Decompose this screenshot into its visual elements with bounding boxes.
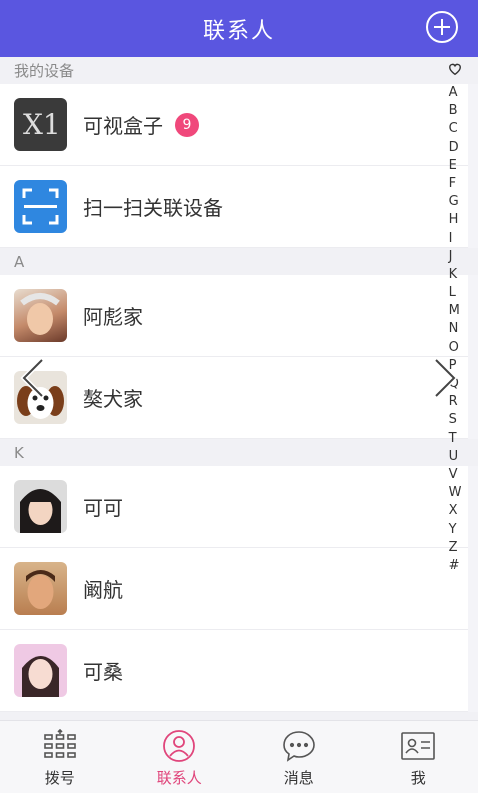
index-letter[interactable]: C [449,120,462,138]
contact-list[interactable]: 我的设备 X1 可视盒子 9 扫一扫关联设备 A 阿彪家 獒犬家 K 可可 阚航… [0,57,478,720]
index-letter[interactable]: H [449,211,462,229]
index-letter[interactable]: U [449,448,462,466]
list-item-label: 阿彪家 [83,305,143,329]
index-letter[interactable]: D [449,139,462,157]
index-letter[interactable]: I [449,230,462,248]
section-header-k: K [0,439,478,466]
dialpad-icon [43,729,76,758]
tab-label: 联系人 [156,769,202,787]
section-header-next [0,712,478,720]
index-letter[interactable]: L [449,284,462,302]
tab-label: 消息 [283,769,314,787]
index-letter[interactable]: S [449,411,462,429]
index-letter[interactable]: G [449,193,462,211]
index-letter[interactable]: Y [449,521,462,539]
index-letter[interactable]: J [449,248,462,266]
avatar [14,644,67,697]
plus-icon [434,19,450,35]
list-item-label: 阚航 [83,578,123,602]
index-letter[interactable]: M [449,302,462,320]
list-item-contact[interactable]: 獒犬家 [0,357,468,439]
section-header-a: A [0,248,478,275]
list-item-label: 可视盒子 [83,114,163,138]
index-letter[interactable]: F [449,175,462,193]
app-header: 联系人 [0,0,478,57]
add-contact-button[interactable] [426,11,458,43]
avatar [14,562,67,615]
list-item-scan-device[interactable]: 扫一扫关联设备 [0,166,468,248]
avatar [14,480,67,533]
chevron-left-icon[interactable] [18,356,48,400]
section-header-devices: 我的设备 [0,57,478,84]
index-letter[interactable]: T [449,430,462,448]
avatar [14,289,67,342]
tab-label: 我 [410,769,426,787]
alphabet-index[interactable]: A B C D E F G H I J K L M N O P Q R S T U V W X Y Z # [446,62,464,575]
index-letter[interactable]: B [449,102,462,120]
index-letter[interactable]: X [449,502,462,520]
list-item-device-box[interactable]: X1 可视盒子 9 [0,84,468,166]
list-item-label: 可可 [83,496,123,520]
unread-badge: 9 [175,112,199,137]
list-item-contact[interactable]: 可可 [0,466,468,548]
index-letter[interactable]: A [449,84,462,102]
bottom-tab-bar: 拨号 联系人 消息 我 [0,720,478,793]
scan-icon [14,180,67,233]
x1-device-icon: X1 [14,98,67,151]
index-letter[interactable]: Z [449,539,462,557]
list-item-label: 獒犬家 [83,387,143,411]
index-letter[interactable]: W [449,484,462,502]
message-icon [282,731,315,762]
index-letter[interactable]: K [449,266,462,284]
tab-dialpad[interactable]: 拨号 [0,721,120,793]
contact-icon [163,730,196,762]
index-letter[interactable]: O [449,339,462,357]
index-letters[interactable]: A B C D E F G H I J K L M N O P Q R S T U V W X Y Z # [449,84,462,575]
list-item-label: 扫一扫关联设备 [83,196,223,220]
index-letter[interactable]: N [449,320,462,338]
profile-card-icon [401,732,436,760]
list-item-label: 可桑 [83,660,123,684]
tab-contacts[interactable]: 联系人 [120,721,240,793]
index-letter[interactable]: # [449,557,462,575]
list-item-contact[interactable]: 阚航 [0,548,468,630]
list-item-contact[interactable]: 可桑 [0,630,468,712]
list-item-contact[interactable]: 阿彪家 [0,275,468,357]
page-title: 联系人 [202,18,275,44]
tab-messages[interactable]: 消息 [239,721,359,793]
index-letter[interactable]: E [449,157,462,175]
chevron-right-icon[interactable] [430,356,460,400]
index-letter[interactable]: V [449,466,462,484]
heart-icon[interactable] [448,62,462,76]
svg-text:X1: X1 [23,108,61,141]
tab-me[interactable]: 我 [359,721,478,793]
tab-label: 拨号 [44,769,75,787]
